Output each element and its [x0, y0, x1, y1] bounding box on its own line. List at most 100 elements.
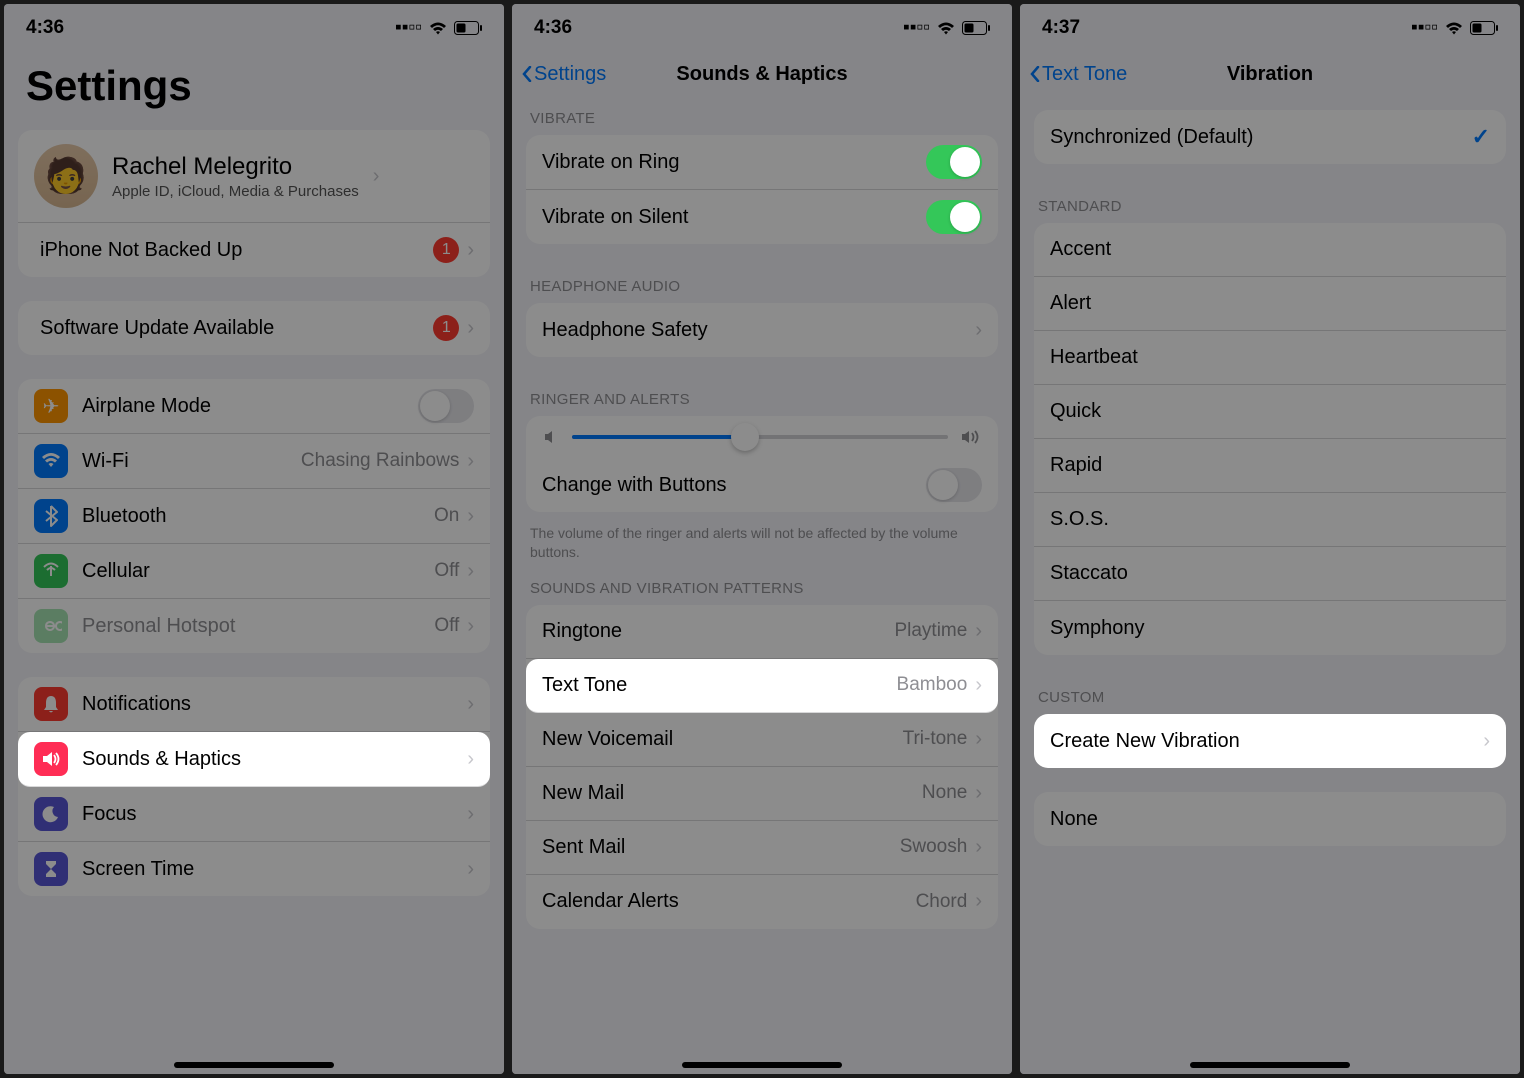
chevron-left-icon [522, 66, 532, 82]
focus-cell[interactable]: Focus › [18, 787, 490, 842]
vibrate-silent-cell[interactable]: Vibrate on Silent [526, 190, 998, 244]
airplane-toggle[interactable] [418, 389, 474, 423]
chevron-right-icon: › [467, 615, 474, 638]
nav-title: Sounds & Haptics [676, 63, 847, 86]
standard-item[interactable]: S.O.S. [1034, 493, 1506, 547]
headphone-header: HEADPHONE AUDIO [512, 268, 1012, 303]
nav-bar: Settings Sounds & Haptics [512, 48, 1012, 100]
cellular-cell[interactable]: Cellular Off › [18, 544, 490, 599]
page-title: Settings [4, 48, 504, 120]
standard-item[interactable]: Staccato [1034, 547, 1506, 601]
speaker-high-icon [960, 428, 982, 446]
voicemail-cell[interactable]: New Voicemail Tri-tone › [526, 713, 998, 767]
screentime-cell[interactable]: Screen Time › [18, 842, 490, 896]
chevron-right-icon: › [467, 239, 474, 262]
backup-cell[interactable]: iPhone Not Backed Up 1 › [18, 223, 490, 277]
battery-icon [454, 21, 482, 35]
wifi-icon [1444, 21, 1464, 36]
badge: 1 [433, 237, 459, 263]
chevron-right-icon: › [975, 674, 982, 697]
standard-item[interactable]: Rapid [1034, 439, 1506, 493]
none-cell[interactable]: None [1034, 792, 1506, 846]
cellular-icon: ▪▪▫▫ [395, 17, 422, 39]
standard-item[interactable]: Symphony [1034, 601, 1506, 655]
status-icons: ▪▪▫▫ [1411, 17, 1498, 39]
vibrate-ring-toggle[interactable] [926, 145, 982, 179]
sounds-patterns-header: SOUNDS AND VIBRATION PATTERNS [512, 570, 1012, 605]
create-vibration-cell[interactable]: Create New Vibration › [1034, 714, 1506, 768]
cellular-icon: ▪▪▫▫ [1411, 17, 1438, 39]
airplane-icon: ✈ [34, 389, 68, 423]
cellular-icon: ▪▪▫▫ [903, 17, 930, 39]
wifi-icon [34, 444, 68, 478]
standard-item[interactable]: Accent [1034, 223, 1506, 277]
chevron-right-icon: › [373, 165, 380, 188]
chevron-right-icon: › [467, 693, 474, 716]
synchronized-cell[interactable]: Synchronized (Default) ✓ [1034, 110, 1506, 164]
home-indicator [174, 1062, 334, 1068]
chevron-left-icon [1030, 66, 1040, 82]
bluetooth-icon [34, 499, 68, 533]
back-button[interactable]: Text Tone [1030, 63, 1127, 86]
bluetooth-cell[interactable]: Bluetooth On › [18, 489, 490, 544]
nav-bar: Text Tone Vibration [1020, 48, 1520, 100]
hotspot-cell[interactable]: Personal Hotspot Off › [18, 599, 490, 653]
cellular-icon [34, 554, 68, 588]
screen-sounds-haptics: 4:36 ▪▪▫▫ Settings Sounds & Haptics VIBR… [512, 4, 1012, 1074]
profile-name: Rachel Melegrito [112, 153, 359, 181]
standard-item[interactable]: Quick [1034, 385, 1506, 439]
ringtone-cell[interactable]: Ringtone Playtime › [526, 605, 998, 659]
status-bar: 4:37 ▪▪▫▫ [1020, 4, 1520, 48]
vibrate-silent-toggle[interactable] [926, 200, 982, 234]
chevron-right-icon: › [467, 560, 474, 583]
chevron-right-icon: › [975, 890, 982, 913]
moon-icon [34, 797, 68, 831]
screen-settings: 4:36 ▪▪▫▫ Settings 🧑 Rachel Melegrito Ap… [4, 4, 504, 1074]
standard-item[interactable]: Heartbeat [1034, 331, 1506, 385]
update-cell[interactable]: Software Update Available 1 › [18, 301, 490, 355]
nav-title: Vibration [1227, 63, 1313, 86]
standard-item[interactable]: Alert [1034, 277, 1506, 331]
chevron-right-icon: › [1483, 730, 1490, 753]
custom-header: CUSTOM [1020, 679, 1520, 714]
volume-slider[interactable] [572, 435, 948, 439]
chevron-right-icon: › [975, 836, 982, 859]
chevron-right-icon: › [975, 620, 982, 643]
status-time: 4:36 [534, 17, 572, 39]
status-icons: ▪▪▫▫ [395, 17, 482, 39]
wifi-icon [428, 21, 448, 36]
status-icons: ▪▪▫▫ [903, 17, 990, 39]
back-button[interactable]: Settings [522, 63, 606, 86]
vibrate-ring-cell[interactable]: Vibrate on Ring [526, 135, 998, 190]
wifi-icon [936, 21, 956, 36]
profile-sub: Apple ID, iCloud, Media & Purchases [112, 183, 359, 200]
volume-slider-cell[interactable] [526, 416, 998, 458]
status-bar: 4:36 ▪▪▫▫ [512, 4, 1012, 48]
ringer-header: RINGER AND ALERTS [512, 381, 1012, 416]
sentmail-cell[interactable]: Sent Mail Swoosh › [526, 821, 998, 875]
text-tone-cell[interactable]: Text Tone Bamboo › [526, 659, 998, 713]
chevron-right-icon: › [975, 782, 982, 805]
status-time: 4:36 [26, 17, 64, 39]
profile-cell[interactable]: 🧑 Rachel Melegrito Apple ID, iCloud, Med… [18, 130, 490, 223]
chevron-right-icon: › [467, 803, 474, 826]
standard-header: STANDARD [1020, 188, 1520, 223]
battery-icon [962, 21, 990, 35]
chevron-right-icon: › [975, 319, 982, 342]
hourglass-icon [34, 852, 68, 886]
speaker-icon [34, 742, 68, 776]
notifications-cell[interactable]: Notifications › [18, 677, 490, 732]
calendar-cell[interactable]: Calendar Alerts Chord › [526, 875, 998, 929]
sounds-haptics-cell[interactable]: Sounds & Haptics › [18, 732, 490, 787]
wifi-cell[interactable]: Wi-Fi Chasing Rainbows › [18, 434, 490, 489]
ringer-footer: The volume of the ringer and alerts will… [512, 516, 1012, 570]
airplane-cell[interactable]: ✈ Airplane Mode [18, 379, 490, 434]
headphone-safety-cell[interactable]: Headphone Safety › [526, 303, 998, 357]
badge: 1 [433, 315, 459, 341]
speaker-low-icon [542, 428, 560, 446]
checkmark-icon: ✓ [1472, 124, 1490, 150]
change-buttons-toggle[interactable] [926, 468, 982, 502]
newmail-cell[interactable]: New Mail None › [526, 767, 998, 821]
chevron-right-icon: › [467, 317, 474, 340]
change-buttons-cell[interactable]: Change with Buttons [526, 458, 998, 512]
